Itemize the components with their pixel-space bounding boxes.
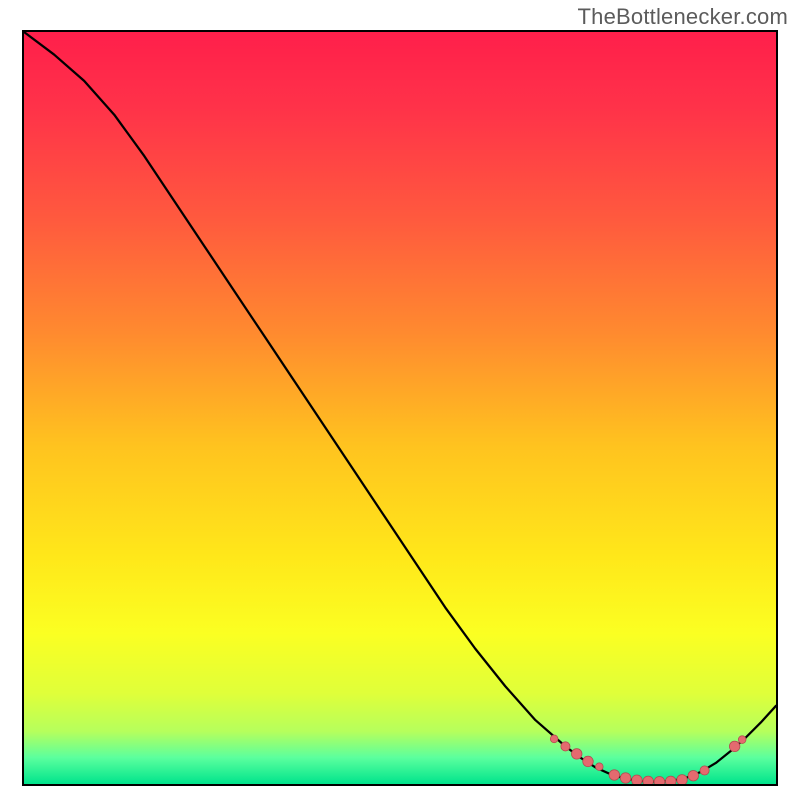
marker-point bbox=[643, 776, 654, 784]
marker-point bbox=[609, 770, 620, 781]
marker-point bbox=[654, 776, 665, 784]
watermark-text: TheBottlenecker.com bbox=[578, 4, 788, 30]
marker-point bbox=[632, 775, 643, 784]
marker-point bbox=[620, 773, 631, 784]
marker-point bbox=[665, 776, 676, 784]
chart-frame bbox=[22, 30, 778, 786]
marker-point bbox=[700, 766, 709, 775]
chart-svg bbox=[24, 32, 776, 784]
marker-point bbox=[550, 735, 558, 743]
marker-point bbox=[595, 763, 603, 771]
marker-point bbox=[561, 742, 570, 751]
marker-point bbox=[583, 756, 594, 767]
marker-point bbox=[571, 749, 582, 760]
marker-point bbox=[738, 736, 746, 744]
marker-point bbox=[729, 741, 740, 752]
marker-point bbox=[688, 770, 699, 781]
marker-point bbox=[677, 775, 688, 784]
